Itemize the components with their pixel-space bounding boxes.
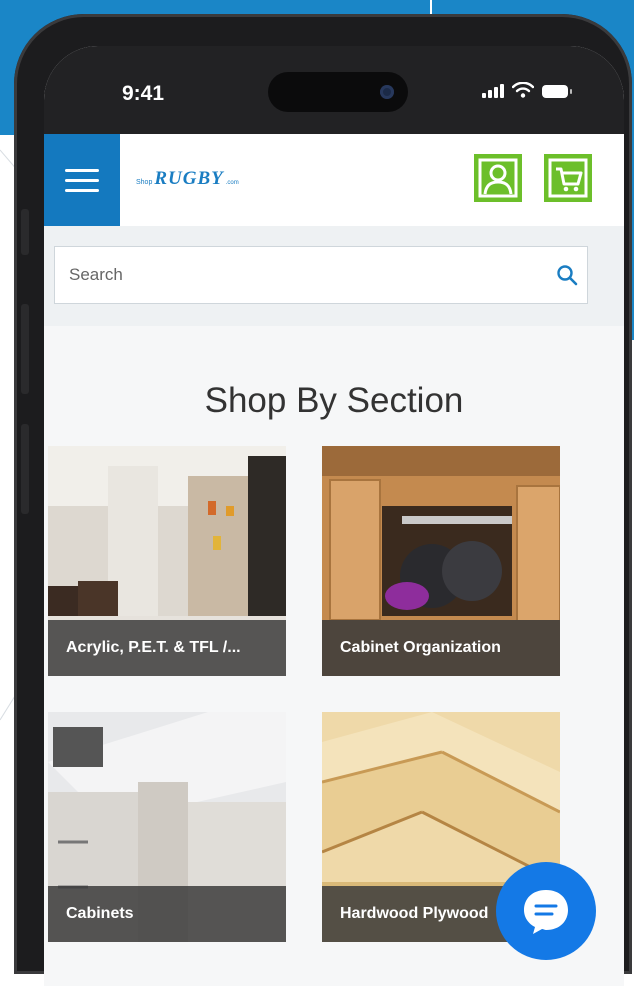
logo-suffix: .com (225, 180, 239, 186)
section-card-cabinet-organization[interactable]: Cabinet Organization (322, 446, 560, 676)
search-button[interactable] (547, 264, 587, 286)
chat-button[interactable] (496, 862, 596, 960)
phone-button-volume-down (21, 424, 29, 514)
search-area (44, 226, 624, 326)
search-box (54, 246, 588, 304)
cart-icon (548, 158, 588, 198)
menu-icon-line (65, 188, 99, 192)
phone-screen: 9:41 Shop RUGBY .com Search Shop By Sect… (44, 46, 624, 986)
search-input[interactable] (67, 264, 547, 286)
cart-button[interactable] (544, 154, 592, 202)
wifi-icon (512, 82, 534, 98)
app-header: Shop RUGBY .com (44, 134, 624, 226)
section-card-label: Acrylic, P.E.T. & TFL /... (48, 620, 286, 676)
logo-prefix: Shop (136, 179, 153, 186)
phone-button-volume-up (21, 304, 29, 394)
dynamic-island (268, 72, 408, 112)
section-card-label: Cabinet Organization (322, 620, 560, 676)
account-button[interactable] (474, 154, 522, 202)
shoprugby-logo[interactable]: Shop RUGBY .com (136, 168, 239, 190)
phone-button-mute (21, 209, 29, 255)
battery-icon (542, 85, 572, 98)
camera-icon (380, 85, 394, 99)
logo-brand: RUGBY (154, 168, 224, 189)
chat-icon (524, 890, 568, 934)
search-icon (557, 265, 578, 286)
section-card-acrylic[interactable]: Acrylic, P.E.T. & TFL /... (48, 446, 286, 676)
section-card-cabinets[interactable]: Cabinets (48, 712, 286, 942)
status-icons (482, 82, 572, 98)
phone-frame: 9:41 Shop RUGBY .com Search Shop By Sect… (14, 14, 632, 986)
signal-icon (482, 84, 504, 98)
status-time: 9:41 (122, 82, 165, 105)
user-icon (478, 158, 518, 198)
menu-button[interactable] (44, 134, 120, 226)
menu-icon-line (65, 168, 99, 172)
menu-icon-line (65, 178, 99, 182)
status-bar: 9:41 (44, 46, 624, 134)
section-heading: Shop By Section (204, 381, 464, 420)
section-card-label: Cabinets (48, 886, 286, 942)
